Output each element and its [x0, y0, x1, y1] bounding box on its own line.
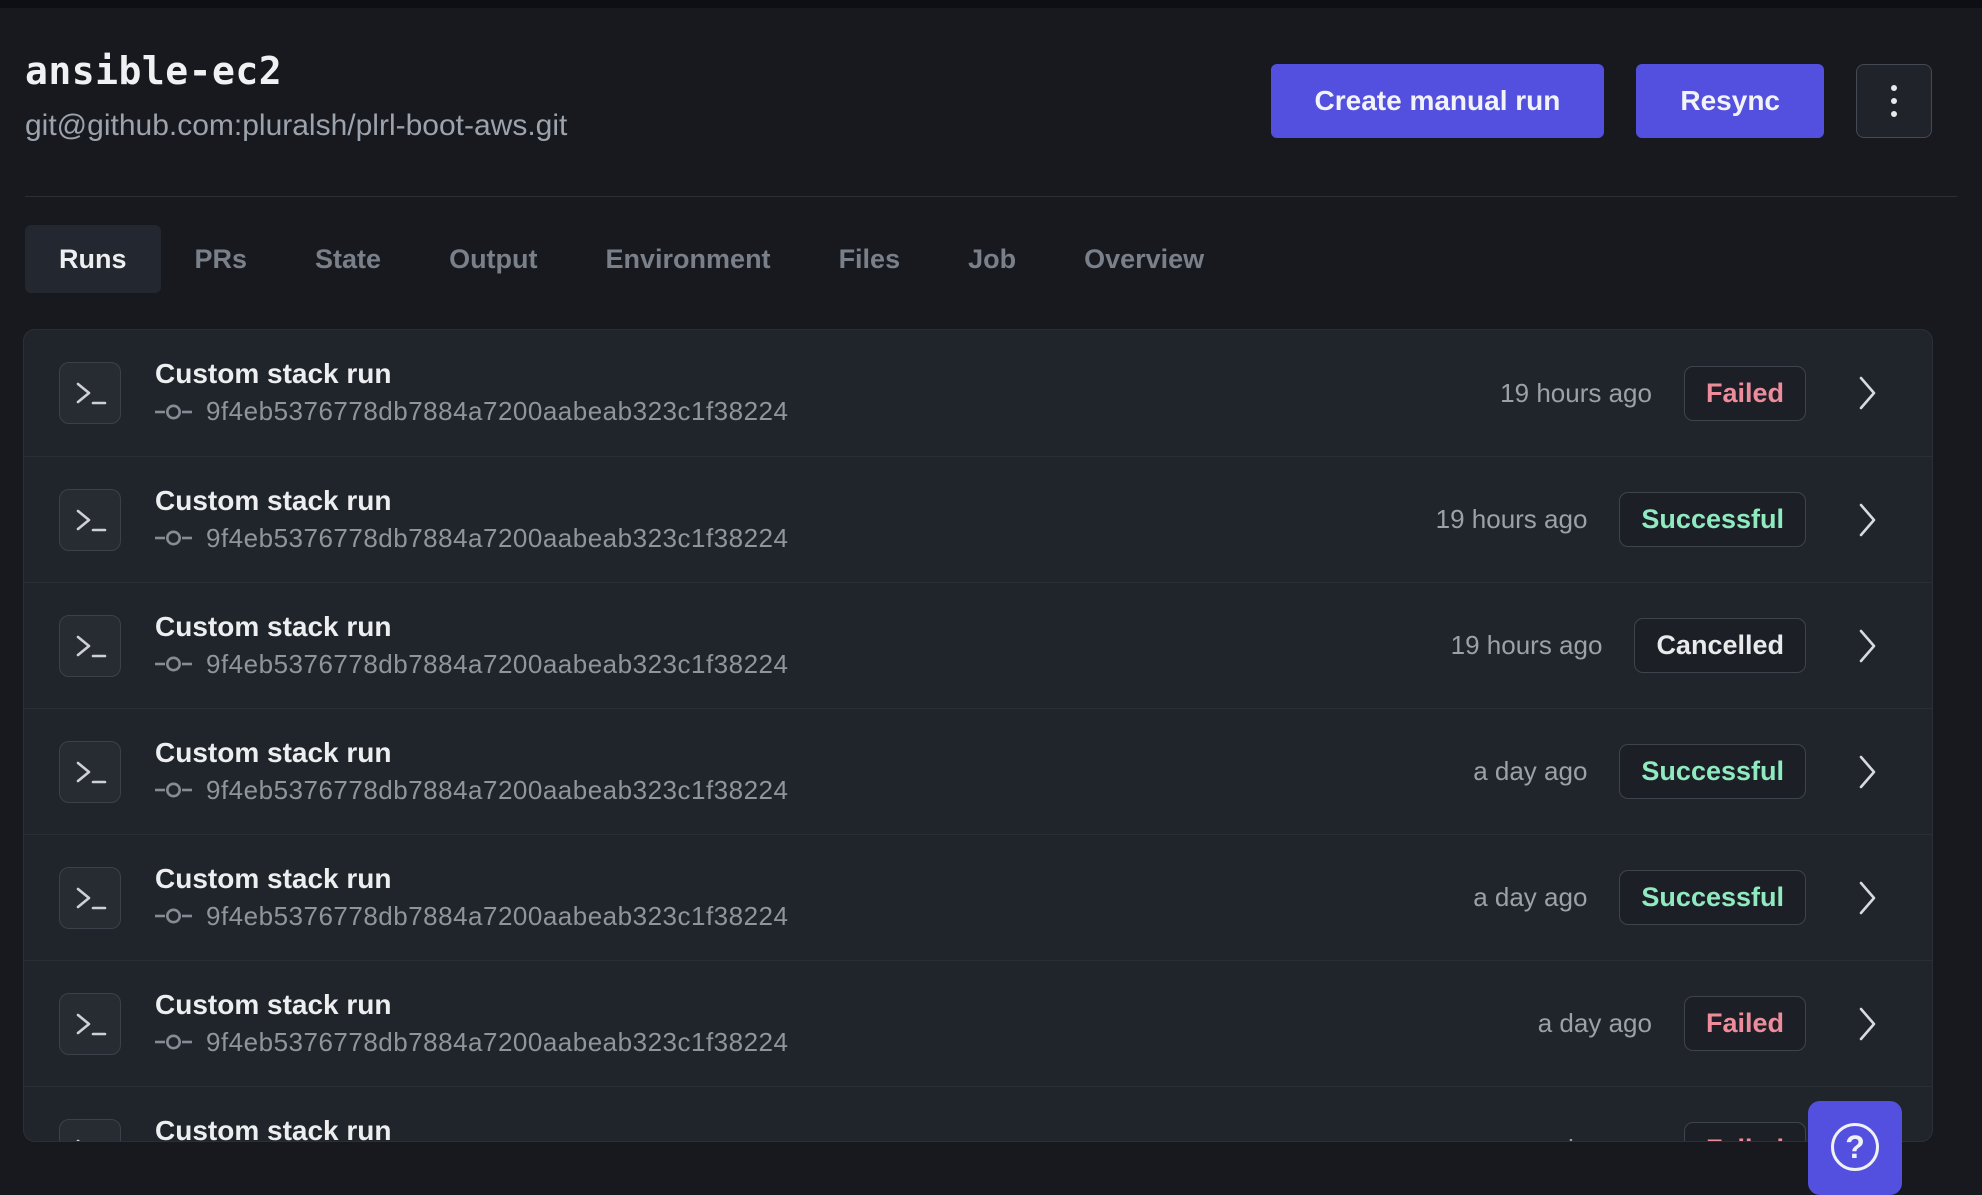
run-title: Custom stack run: [155, 1116, 788, 1143]
terminal-icon: [59, 489, 121, 551]
chevron-right-icon: [1858, 628, 1878, 664]
run-row[interactable]: Custom stack run 9f4eb5376778db7884a7200…: [24, 330, 1932, 456]
run-timestamp: 19 hours ago: [1500, 378, 1652, 409]
run-timestamp: a day ago: [1538, 1008, 1652, 1039]
status-badge: Successful: [1619, 870, 1806, 925]
terminal-icon: [59, 867, 121, 929]
terminal-icon: [59, 615, 121, 677]
chevron-right-icon: [1858, 754, 1878, 790]
run-text-block: Custom stack run 9f4eb5376778db7884a7200…: [155, 738, 788, 806]
tab-files[interactable]: Files: [805, 225, 935, 293]
run-text-block: Custom stack run 9f4eb5376778db7884a7200…: [155, 1116, 788, 1143]
commit-icon: [155, 1031, 192, 1053]
tab-job[interactable]: Job: [934, 225, 1050, 293]
tab-output[interactable]: Output: [415, 225, 571, 293]
commit-icon: [155, 779, 192, 801]
repo-url: git@github.com:pluralsh/plrl-boot-aws.gi…: [25, 108, 567, 144]
run-row[interactable]: Custom stack run 9f4eb5376778db7884a7200…: [24, 582, 1932, 708]
run-text-block: Custom stack run 9f4eb5376778db7884a7200…: [155, 612, 788, 680]
tab-prs[interactable]: PRs: [161, 225, 282, 293]
run-title: Custom stack run: [155, 359, 788, 389]
commit-hash: 9f4eb5376778db7884a7200aabeab323c1f38224: [206, 396, 788, 427]
commit-icon: [155, 527, 192, 549]
run-text-block: Custom stack run 9f4eb5376778db7884a7200…: [155, 990, 788, 1058]
run-title: Custom stack run: [155, 486, 788, 516]
terminal-icon: [59, 1119, 121, 1143]
commit-hash: 9f4eb5376778db7884a7200aabeab323c1f38224: [206, 649, 788, 680]
run-row[interactable]: Custom stack run 9f4eb5376778db7884a7200…: [24, 834, 1932, 960]
terminal-icon: [59, 993, 121, 1055]
chevron-right-icon: [1858, 502, 1878, 538]
run-row[interactable]: Custom stack run 9f4eb5376778db7884a7200…: [24, 1086, 1932, 1142]
terminal-icon: [59, 362, 121, 424]
run-timestamp: 19 hours ago: [1451, 630, 1603, 661]
question-icon: ?: [1831, 1123, 1879, 1171]
commit-hash: 9f4eb5376778db7884a7200aabeab323c1f38224: [206, 775, 788, 806]
commit-icon: [155, 905, 192, 927]
chevron-right-icon: [1858, 880, 1878, 916]
run-text-block: Custom stack run 9f4eb5376778db7884a7200…: [155, 864, 788, 932]
run-title: Custom stack run: [155, 990, 788, 1020]
run-title: Custom stack run: [155, 738, 788, 768]
status-badge: Successful: [1619, 492, 1806, 547]
page-title: ansible-ec2: [25, 50, 567, 92]
runs-list: Custom stack run 9f4eb5376778db7884a7200…: [23, 329, 1933, 1142]
run-title: Custom stack run: [155, 864, 788, 894]
run-timestamp: a day ago: [1473, 882, 1587, 913]
commit-icon: [155, 401, 192, 423]
chevron-right-icon: [1858, 375, 1878, 411]
window-top-edge: [0, 0, 1982, 8]
tab-environment[interactable]: Environment: [572, 225, 805, 293]
status-badge: Cancelled: [1634, 618, 1806, 673]
commit-hash: 9f4eb5376778db7884a7200aabeab323c1f38224: [206, 523, 788, 554]
help-button[interactable]: ?: [1808, 1101, 1902, 1195]
run-text-block: Custom stack run 9f4eb5376778db7884a7200…: [155, 486, 788, 554]
kebab-menu-icon: [1891, 85, 1897, 91]
run-row[interactable]: Custom stack run 9f4eb5376778db7884a7200…: [24, 960, 1932, 1086]
chevron-right-icon: [1858, 1006, 1878, 1042]
header-divider: [25, 196, 1957, 197]
tab-runs[interactable]: Runs: [25, 225, 161, 293]
commit-hash: 9f4eb5376778db7884a7200aabeab323c1f38224: [206, 1027, 788, 1058]
status-badge: Successful: [1619, 744, 1806, 799]
run-row[interactable]: Custom stack run 9f4eb5376778db7884a7200…: [24, 456, 1932, 582]
run-text-block: Custom stack run 9f4eb5376778db7884a7200…: [155, 359, 788, 427]
run-timestamp: a day ago: [1473, 756, 1587, 787]
terminal-icon: [59, 741, 121, 803]
run-row[interactable]: Custom stack run 9f4eb5376778db7884a7200…: [24, 708, 1932, 834]
status-badge: Failed: [1684, 996, 1806, 1051]
run-title: Custom stack run: [155, 612, 788, 642]
page-header: ansible-ec2 git@github.com:pluralsh/plrl…: [0, 8, 1982, 144]
create-manual-run-button[interactable]: Create manual run: [1271, 64, 1605, 138]
tab-state[interactable]: State: [281, 225, 415, 293]
more-options-button[interactable]: [1856, 64, 1932, 138]
commit-icon: [155, 653, 192, 675]
status-badge: Failed: [1684, 1122, 1806, 1142]
tab-overview[interactable]: Overview: [1050, 225, 1238, 293]
run-timestamp: 19 hours ago: [1436, 504, 1588, 535]
tab-bar: Runs PRs State Output Environment Files …: [25, 225, 1982, 293]
commit-hash: 9f4eb5376778db7884a7200aabeab323c1f38224: [206, 901, 788, 932]
status-badge: Failed: [1684, 366, 1806, 421]
run-timestamp: a day ago: [1538, 1134, 1652, 1142]
resync-button[interactable]: Resync: [1636, 64, 1824, 138]
header-actions: Create manual run Resync: [1271, 64, 1932, 138]
header-text-block: ansible-ec2 git@github.com:pluralsh/plrl…: [25, 50, 567, 144]
